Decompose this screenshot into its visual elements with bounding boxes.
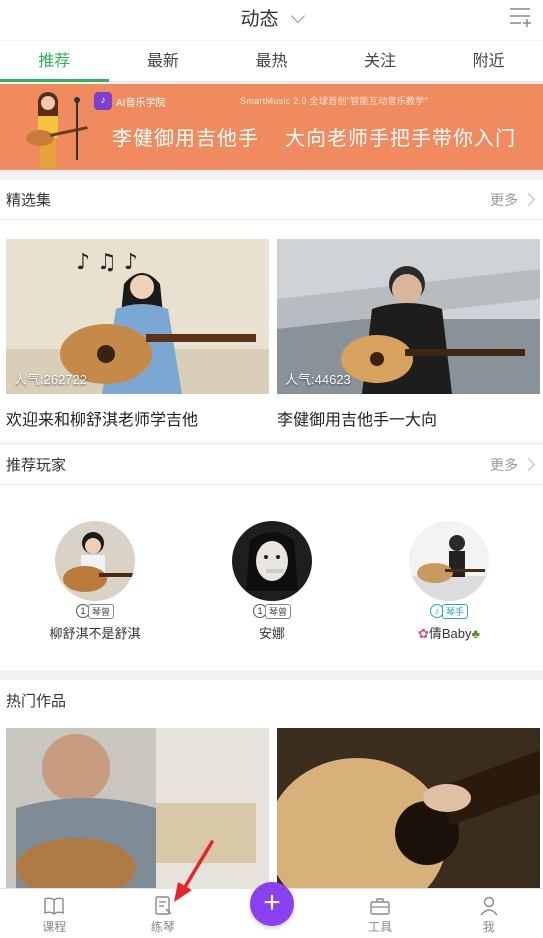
page-title[interactable]: 动态 [0, 4, 543, 31]
avatar [232, 521, 312, 601]
player-name: ✿倩Baby♣ [369, 623, 529, 642]
card-caption: 李健御用吉他手一大向 [277, 412, 438, 429]
more-link[interactable]: 更多 [490, 190, 535, 210]
featured-header: 精选集 更多 [0, 180, 543, 220]
tab-nearby[interactable]: 附近 [434, 41, 543, 81]
player-name-text: 倩Baby [428, 626, 472, 641]
banner-headline-right: 大向老师手把手带你入门 [285, 126, 516, 150]
tab-recommend[interactable]: 推荐 [0, 41, 109, 82]
avatar [55, 521, 135, 601]
nav-courses[interactable]: 课程 [0, 889, 109, 938]
banner-subline: SmartMusic 2.0 全球首创"智能互动音乐教学" [240, 96, 429, 106]
card-thumbnail: ♪ ♫ ♪ 人气:262722 [6, 239, 269, 394]
annotation-arrow-icon [174, 840, 214, 902]
top-bar: 动态 [0, 0, 543, 40]
player-item[interactable]: 1 琴曾 柳舒淇不是舒淇 [15, 521, 175, 642]
nav-label: 课程 [42, 920, 67, 934]
chevron-right-icon [522, 193, 535, 206]
more-label: 更多 [490, 191, 518, 208]
featured-card[interactable]: 人气:44623 李健御用吉他手一大向 [277, 239, 540, 430]
nav-me[interactable]: 我 [434, 889, 543, 938]
hot-work-card[interactable] [277, 728, 540, 888]
toolbox-icon [370, 898, 390, 915]
book-icon [44, 897, 64, 915]
create-post-button[interactable]: + [250, 882, 294, 926]
nav-tools[interactable]: 工具 [326, 889, 435, 938]
level-badge: 1 琴曾 [75, 603, 114, 619]
page-title-text: 动态 [240, 9, 279, 30]
level-badge: 1 琴曾 [252, 603, 291, 619]
nav-label: 练琴 [150, 920, 175, 934]
tab-hottest[interactable]: 最热 [217, 41, 326, 81]
popularity-count: 人气:262722 [14, 372, 87, 387]
player-name: 柳舒淇不是舒淇 [49, 626, 141, 641]
palm-icon: ♣ [471, 626, 481, 641]
person-icon [480, 896, 498, 916]
chevron-down-icon [290, 8, 305, 24]
nav-label: 工具 [368, 920, 393, 934]
players-header: 推荐玩家 更多 [0, 445, 543, 485]
logo-icon: ♪ [94, 92, 112, 110]
players-section-header: 推荐玩家 更多 [0, 445, 543, 485]
promo-banner[interactable]: ♪ AI音乐学院 SmartMusic 2.0 全球首创"智能互动音乐教学" 李… [0, 84, 543, 170]
hot-section: 热门作品 [0, 680, 543, 888]
section-title: 热门作品 [6, 692, 67, 710]
man-playing-photo [6, 728, 269, 888]
nav-label: 我 [482, 920, 495, 934]
popularity-count: 人气:44623 [285, 372, 351, 387]
level-badge: ♪ 琴手 [429, 603, 468, 619]
ai-music-logo: ♪ AI音乐学院 [94, 92, 165, 110]
level-label: 琴曾 [264, 603, 291, 619]
card-thumbnail: 人气:44623 [277, 239, 540, 394]
level-label: 琴曾 [87, 603, 114, 619]
tab-following[interactable]: 关注 [326, 41, 435, 81]
more-link[interactable]: 更多 [490, 455, 535, 475]
logo-text: AI音乐学院 [116, 97, 166, 109]
section-title: 精选集 [6, 192, 52, 209]
featured-card[interactable]: ♪ ♫ ♪ 人气:262722 欢迎来和柳舒淇老师学吉他 [6, 239, 269, 430]
more-label: 更多 [490, 456, 518, 473]
player-item[interactable]: 1 琴曾 安娜 [192, 521, 352, 642]
player-name: 安娜 [258, 626, 285, 641]
card-caption: 欢迎来和柳舒淇老师学吉他 [6, 412, 199, 429]
menu-add-icon[interactable] [509, 6, 531, 28]
banner-headline-left: 李健御用吉他手 [112, 126, 259, 150]
guitarist-illustration [26, 92, 88, 168]
featured-section: 精选集 更多 ♪ ♫ ♪ 人气:262722 欢迎来和柳舒淇老师学吉他 人气:4… [0, 180, 543, 442]
level-label: 琴手 [441, 603, 468, 619]
section-title: 推荐玩家 [6, 457, 67, 474]
tab-bar: 推荐 最新 最热 关注 附近 [0, 41, 543, 82]
guitar-closeup-photo [277, 728, 540, 888]
plus-icon: + [263, 886, 281, 919]
flower-icon: ✿ [417, 626, 429, 641]
hot-header: 热门作品 [0, 680, 543, 720]
tab-latest[interactable]: 最新 [109, 41, 218, 81]
players-list: 1 琴曾 柳舒淇不是舒淇 1 琴曾 安娜 ♪ 琴手 ✿倩Baby♣ [0, 485, 543, 670]
player-item[interactable]: ♪ 琴手 ✿倩Baby♣ [369, 521, 529, 642]
hot-work-card[interactable] [6, 728, 269, 888]
chevron-right-icon [522, 458, 535, 471]
avatar [409, 521, 489, 601]
svg-text:♪ ♫ ♪: ♪ ♫ ♪ [76, 250, 138, 275]
